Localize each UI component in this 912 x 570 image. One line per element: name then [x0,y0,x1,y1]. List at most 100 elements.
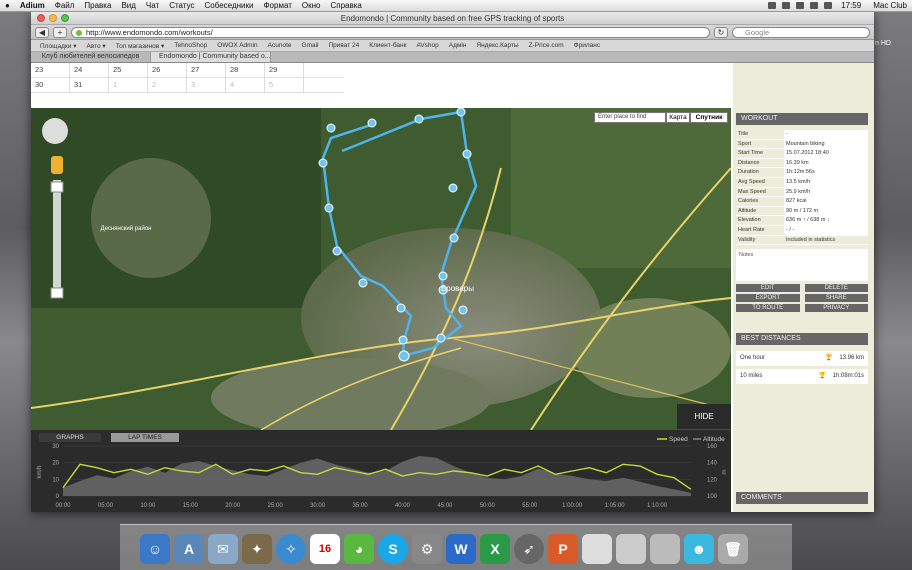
back-button[interactable]: ◀ [35,26,49,38]
tab-endomondo[interactable]: Endomondo | Community based o... [151,52,271,62]
bookmark-item[interactable]: Авто ▾ [81,42,110,50]
hide-button[interactable]: HIDE [677,404,731,429]
calendar-day[interactable]: 3 [187,78,226,92]
workout-row: Calories 827 kcal [736,197,868,207]
word-icon[interactable]: W [446,534,476,564]
street-view-icon[interactable] [51,156,63,174]
calendar-day[interactable]: 5 [265,78,304,92]
bookmark-item[interactable]: Acunote [263,42,297,49]
bookmark-item[interactable]: Топ магазинов ▾ [111,42,170,50]
altitude-series [63,456,691,496]
calendar-day[interactable]: 1 [109,78,148,92]
photo-icon[interactable]: ✦ [242,534,272,564]
calendar-day[interactable]: 24 [70,63,109,77]
flag-icon[interactable] [810,2,819,9]
share-button[interactable]: SHARE [804,294,868,303]
menu-view[interactable]: Вид [116,1,140,10]
menu-help[interactable]: Справка [325,1,366,10]
notes-field[interactable]: Notes [736,249,868,282]
trash-icon[interactable]: 🗑 [718,534,748,564]
to-route-button[interactable]: TO ROUTE [736,304,800,313]
status-icon[interactable] [768,2,777,9]
skype-icon[interactable]: S [378,534,408,564]
powerpoint-icon[interactable]: P [548,534,578,564]
volume-icon[interactable] [796,2,805,9]
bookmark-item[interactable]: OWOX Admin [212,42,262,49]
privacy-button[interactable]: PRIVACY [804,304,868,313]
menu-file[interactable]: Файл [50,1,80,10]
calendar-day[interactable]: 2 [148,78,187,92]
rocket-icon[interactable]: ➶ [514,534,544,564]
calendar-day[interactable]: 26 [148,63,187,77]
bookmark-item[interactable]: Gmail [297,42,324,49]
disk-label[interactable]: n HD [875,40,891,47]
menu-status[interactable]: Статус [164,1,199,10]
address-bar[interactable]: http://www.endomondo.com/workouts/ [71,26,710,38]
satellite-type-button[interactable]: Спутник [690,112,728,123]
game-icon[interactable]: ◕ [344,534,374,564]
calendar-icon[interactable]: 16 [310,534,340,564]
mail-icon[interactable]: ✉ [208,534,238,564]
route-map[interactable]: Деснянский район Бровары Enter place to … [31,108,731,430]
window-thumbnail-icon[interactable] [616,534,646,564]
workout-field-value: Included in statistics [786,236,836,243]
calendar-day[interactable]: 23 [31,63,70,77]
window-thumbnail-icon[interactable] [582,534,612,564]
legend-altitude: Altitude [703,436,725,443]
reload-button[interactable]: ↻ [714,26,728,38]
pan-control-icon[interactable] [42,118,68,144]
workout-field-label: Sport [738,140,752,147]
workout-field-label: Validity [738,236,756,243]
bookmark-item[interactable]: Приват 24 [324,42,365,49]
messenger-icon[interactable]: ☻ [684,534,714,564]
bookmark-item[interactable]: Площадки ▾ [35,42,81,50]
bookmark-item[interactable]: TehnoShop [169,42,212,49]
calendar-day[interactable]: 28 [226,63,265,77]
bookmark-item[interactable]: Яндекс.Карты [471,42,523,49]
apple-menu-icon[interactable]: ● [0,1,15,10]
menu-app-adium[interactable]: Adium [15,1,50,10]
x-tick: 45:00 [437,503,453,509]
menu-chat[interactable]: Чат [141,1,164,10]
calendar-day[interactable]: 27 [187,63,226,77]
map-type-button[interactable]: Карта [666,112,690,123]
calendar-day[interactable]: 29 [265,63,304,77]
x-tick: 05:00 [98,503,114,509]
settings-icon[interactable]: ⚙ [412,534,442,564]
workout-panel: WORKOUT Title - Sport Mountain biking Start … [736,113,868,313]
calendar-day[interactable]: 4 [226,78,265,92]
calendar-day[interactable]: 31 [70,78,109,92]
add-bookmark-button[interactable]: + [53,26,67,38]
delete-button[interactable]: DELETE [804,284,868,293]
menu-format[interactable]: Формат [258,1,296,10]
menu-window[interactable]: Окно [297,1,326,10]
user-name[interactable]: Mac Club [868,1,912,10]
zoom-slider[interactable] [53,180,61,298]
wifi-icon[interactable] [782,2,791,9]
safari-icon[interactable]: ✧ [276,534,306,564]
menu-contacts[interactable]: Собеседники [200,1,259,10]
calendar-day[interactable]: 30 [31,78,70,92]
calendar-day[interactable]: 25 [109,63,148,77]
excel-icon[interactable]: X [480,534,510,564]
search-input[interactable]: Google [732,26,870,38]
tab-bicycle-club[interactable]: Клуб любителей велосипедов [31,52,151,62]
export-button[interactable]: EXPORT [736,294,800,303]
menu-edit[interactable]: Правка [79,1,116,10]
bookmark-item[interactable]: Адмін [444,42,472,49]
workout-field-label: Distance [738,159,760,166]
bookmark-item[interactable]: Фриланс [569,42,605,49]
zoom-in-icon[interactable] [50,181,64,193]
window-thumbnail-icon[interactable] [650,534,680,564]
map-search-input[interactable]: Enter place to find [594,112,666,123]
app-store-icon[interactable]: A [174,534,204,564]
workout-field-value: 13.5 km/h [784,177,868,187]
bookmark-item[interactable]: Z-Price.com [524,42,569,49]
clock[interactable]: 17:59 [836,1,866,10]
bookmark-item[interactable]: AVshop [411,42,443,49]
zoom-out-icon[interactable] [50,287,64,299]
finder-icon[interactable]: ☺ [140,534,170,564]
bookmark-item[interactable]: Клиент-банк [364,42,411,49]
battery-icon[interactable] [824,2,833,9]
edit-button[interactable]: EDIT [736,284,800,293]
